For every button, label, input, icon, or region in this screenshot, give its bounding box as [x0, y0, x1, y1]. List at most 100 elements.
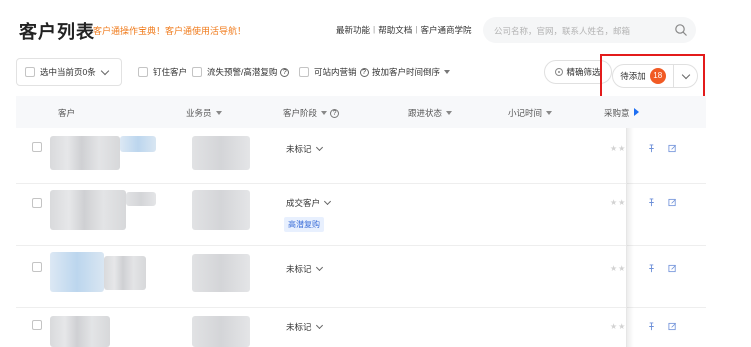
row-checkbox[interactable] — [32, 142, 42, 152]
link-separator: | — [415, 24, 418, 34]
customer-avatar-blurred — [126, 192, 156, 206]
sort-dropdown[interactable]: 按加客户时间倒序 — [372, 58, 451, 86]
help-icon[interactable]: ? — [330, 108, 340, 118]
star-rating[interactable]: ★★ — [610, 144, 626, 153]
help-icon[interactable]: ? — [280, 67, 290, 77]
column-purchase-label: 采购意 — [604, 108, 630, 118]
pending-count-badge: 18 — [649, 68, 666, 84]
pin-icon[interactable] — [647, 198, 656, 207]
link-academy[interactable]: 客户通商学院 — [420, 24, 471, 36]
page-title: 客户列表 — [19, 22, 95, 42]
select-page-checkbox[interactable] — [25, 67, 35, 77]
link-separator: | — [373, 24, 376, 34]
column-note-time[interactable]: 小记时间 — [508, 107, 553, 119]
stage-dropdown[interactable]: 未标记 — [286, 143, 323, 155]
pin-icon[interactable] — [647, 144, 656, 153]
chevron-down-icon — [315, 321, 323, 330]
top-links: 最新功能 | 帮助文档 | 客户通商学院 — [336, 24, 471, 36]
filter-icon — [555, 68, 564, 76]
customer-avatar-blurred — [120, 136, 156, 152]
link-latest-features[interactable]: 最新功能 — [336, 24, 370, 36]
edit-icon[interactable] — [668, 322, 677, 331]
table-row[interactable]: 未标记 ★★ — [16, 128, 706, 184]
salesperson-blurred — [192, 190, 250, 230]
table-row[interactable]: 未标记 ★★ — [16, 246, 706, 308]
column-salesperson-label: 业务员 — [186, 108, 212, 118]
pin-customer-label: 钉住客户 — [153, 67, 188, 77]
salesperson-blurred — [192, 136, 250, 170]
search-input[interactable]: 公司名称，官网，联系人姓名，邮箱 — [483, 17, 696, 43]
select-page-label: 选中当前页0条 — [40, 67, 96, 77]
star-rating[interactable]: ★★ — [610, 322, 626, 331]
sort-label: 按加客户时间倒序 — [372, 67, 441, 77]
column-note-time-label: 小记时间 — [508, 108, 543, 118]
chevron-down-icon — [323, 197, 332, 206]
chevron-down-icon — [315, 143, 323, 152]
stage-label: 未标记 — [286, 264, 312, 274]
edit-icon[interactable] — [668, 264, 677, 273]
caret-down-icon — [444, 70, 451, 74]
pending-add-button[interactable]: 待添加 18 — [612, 64, 674, 88]
caret-down-icon — [215, 111, 222, 115]
search-icon[interactable] — [674, 23, 688, 37]
table-row[interactable]: 成交客户 高潜复购 ★★ — [16, 184, 706, 246]
chevron-down-icon — [681, 70, 690, 79]
link-help-docs[interactable]: 帮助文档 — [378, 24, 412, 36]
customer-name-blurred — [104, 256, 146, 290]
column-purchase: 采购意 — [604, 107, 630, 119]
star-rating[interactable]: ★★ — [610, 198, 626, 207]
pending-add-highlight: 待添加 18 — [600, 54, 705, 98]
column-customer: 客户 — [58, 107, 75, 119]
precise-filter-label: 精确筛选 — [566, 67, 601, 77]
stage-label: 未标记 — [286, 322, 312, 332]
column-customer-label: 客户 — [58, 108, 76, 118]
customer-name-blurred — [50, 190, 126, 230]
edit-icon[interactable] — [668, 198, 677, 207]
churn-warning-checkbox[interactable] — [192, 67, 202, 77]
column-stage-label: 客户阶段 — [283, 108, 318, 118]
caret-down-icon — [446, 111, 453, 115]
customer-avatar-blurred — [50, 252, 104, 292]
column-salesperson[interactable]: 业务员 — [186, 107, 222, 119]
column-follow-status[interactable]: 跟进状态 — [408, 107, 453, 119]
pin-icon[interactable] — [647, 264, 656, 273]
fixed-column-divider — [626, 128, 634, 347]
pin-icon[interactable] — [647, 322, 656, 331]
table-row[interactable]: 未标记 ★★ — [16, 308, 706, 347]
caret-down-icon — [321, 111, 328, 115]
promo-link[interactable]: 客户通操作宝典！客户通使用活导航！ — [93, 24, 246, 37]
pin-customer-checkbox[interactable] — [138, 67, 148, 77]
stage-dropdown[interactable]: 未标记 — [286, 263, 323, 275]
column-follow-status-label: 跟进状态 — [408, 108, 443, 118]
edit-icon[interactable] — [668, 144, 677, 153]
pending-add-label: 待添加 — [620, 71, 646, 81]
select-page-dropdown[interactable]: 选中当前页0条 — [16, 58, 122, 86]
pending-add-dropdown[interactable] — [674, 64, 698, 88]
star-rating[interactable]: ★★ — [610, 264, 626, 273]
churn-warning-label: 流失预警/高潜复购 — [207, 67, 278, 77]
stage-dropdown[interactable]: 未标记 — [286, 321, 323, 333]
stage-label: 成交客户 — [286, 198, 321, 208]
site-marketing-label: 可站内营销 — [314, 67, 357, 77]
caret-down-icon — [546, 111, 553, 115]
row-checkbox[interactable] — [32, 198, 42, 208]
page-header: 客户列表 客户通操作宝典！客户通使用活导航！ 最新功能 | 帮助文档 | 客户通… — [0, 0, 751, 52]
salesperson-blurred — [192, 254, 250, 292]
customer-table: 客户 业务员 客户阶段 ? 跟进状态 小记时间 采购意 未标记 ★★ 成交客户 … — [16, 96, 706, 347]
customer-name-blurred — [50, 136, 120, 170]
pin-customer-filter[interactable]: 钉住客户 — [138, 58, 187, 86]
help-icon[interactable]: ? — [359, 67, 369, 77]
row-checkbox[interactable] — [32, 320, 42, 330]
chevron-down-icon — [100, 66, 109, 75]
row-checkbox[interactable] — [32, 262, 42, 272]
churn-warning-filter[interactable]: 流失预警/高潜复购 ? — [192, 58, 290, 86]
scroll-right-icon[interactable] — [634, 108, 639, 116]
site-marketing-filter[interactable]: 可站内营销 ? — [299, 58, 369, 86]
customer-name-blurred — [50, 316, 110, 347]
salesperson-blurred — [192, 316, 250, 347]
stage-label: 未标记 — [286, 144, 312, 154]
site-marketing-checkbox[interactable] — [299, 67, 309, 77]
stage-dropdown[interactable]: 成交客户 — [286, 197, 332, 209]
column-stage[interactable]: 客户阶段 ? — [283, 107, 340, 119]
high-potential-tag: 高潜复购 — [284, 217, 324, 232]
